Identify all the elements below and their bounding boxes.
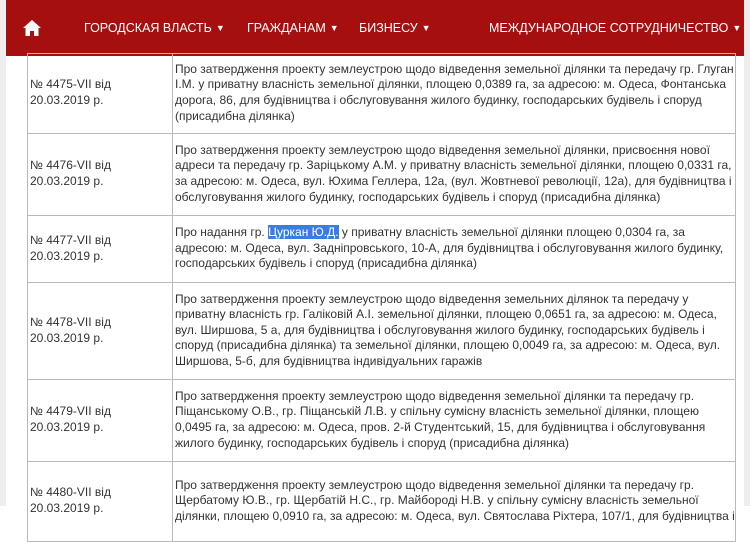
- decision-title: Про затвердження проекту землеустрою щод…: [172, 53, 736, 134]
- decision-title: Про затвердження проекту землеустрою щод…: [172, 282, 736, 380]
- nav-item-citizens[interactable]: ГРАЖДАНАМ ▼: [247, 0, 339, 56]
- decision-number: № 4479-VII від 20.03.2019 р.: [27, 379, 173, 462]
- nav-item-label: ГОРОДСКАЯ ВЛАСТЬ: [84, 21, 212, 35]
- table-row: № 4476-VII від 20.03.2019 р. Про затверд…: [27, 133, 736, 216]
- nav-item-city-government[interactable]: ГОРОДСКАЯ ВЛАСТЬ ▼: [84, 0, 225, 56]
- decision-title: Про затвердження проекту землеустрою щод…: [172, 379, 736, 462]
- caret-down-icon: ▼: [329, 23, 339, 33]
- left-page-margin: [0, 0, 6, 506]
- nav-item-label: МЕЖДУНАРОДНОЕ СОТРУДНИЧЕСТВО: [489, 21, 729, 35]
- nav-item-international-cooperation[interactable]: МЕЖДУНАРОДНОЕ СОТРУДНИЧЕСТВО ▼: [489, 0, 741, 56]
- nav-item-label: ГРАЖДАНАМ: [247, 21, 326, 35]
- decision-title: Про надання гр. Цуркан Ю.Д. у приватну в…: [172, 215, 736, 283]
- nav-item-label: БИЗНЕСУ: [359, 21, 418, 35]
- decision-number: № 4477-VII від 20.03.2019 р.: [27, 215, 173, 283]
- table-row: № 4480-VII від 20.03.2019 р. Про затверд…: [27, 461, 736, 542]
- home-icon-glyph: [23, 20, 41, 36]
- top-navigation-bar: ГОРОДСКАЯ ВЛАСТЬ ▼ ГРАЖДАНАМ ▼ БИЗНЕСУ ▼ МЕ…: [0, 0, 750, 56]
- right-page-margin: [744, 0, 750, 506]
- selected-text-highlight: Цуркан Ю.Д.: [268, 225, 339, 240]
- table-row: № 4475-VII від 20.03.2019 р. Про затверд…: [27, 53, 736, 134]
- table-row: № 4479-VII від 20.03.2019 р. Про затверд…: [27, 379, 736, 462]
- nav-item-business[interactable]: БИЗНЕСУ ▼: [359, 0, 431, 56]
- caret-down-icon: ▼: [215, 23, 225, 33]
- caret-down-icon: ▼: [421, 23, 431, 33]
- decision-title: Про затвердження проекту землеустрою щод…: [172, 461, 736, 542]
- table-row: № 4477-VII від 20.03.2019 р. Про надання…: [27, 215, 736, 283]
- decision-number: № 4480-VII від 20.03.2019 р.: [27, 461, 173, 542]
- decision-title: Про затвердження проекту землеустрою щод…: [172, 133, 736, 216]
- home-icon[interactable]: [22, 18, 42, 38]
- decision-number: № 4476-VII від 20.03.2019 р.: [27, 133, 173, 216]
- table-row: № 4478-VII від 20.03.2019 р. Про затверд…: [27, 282, 736, 380]
- caret-down-icon: ▼: [732, 23, 742, 33]
- decision-title-start: Про надання гр.: [175, 225, 269, 240]
- decision-number: № 4478-VII від 20.03.2019 р.: [27, 282, 173, 380]
- decision-number: № 4475-VII від 20.03.2019 р.: [27, 53, 173, 134]
- decisions-table: № 4475-VII від 20.03.2019 р. Про затверд…: [27, 53, 736, 542]
